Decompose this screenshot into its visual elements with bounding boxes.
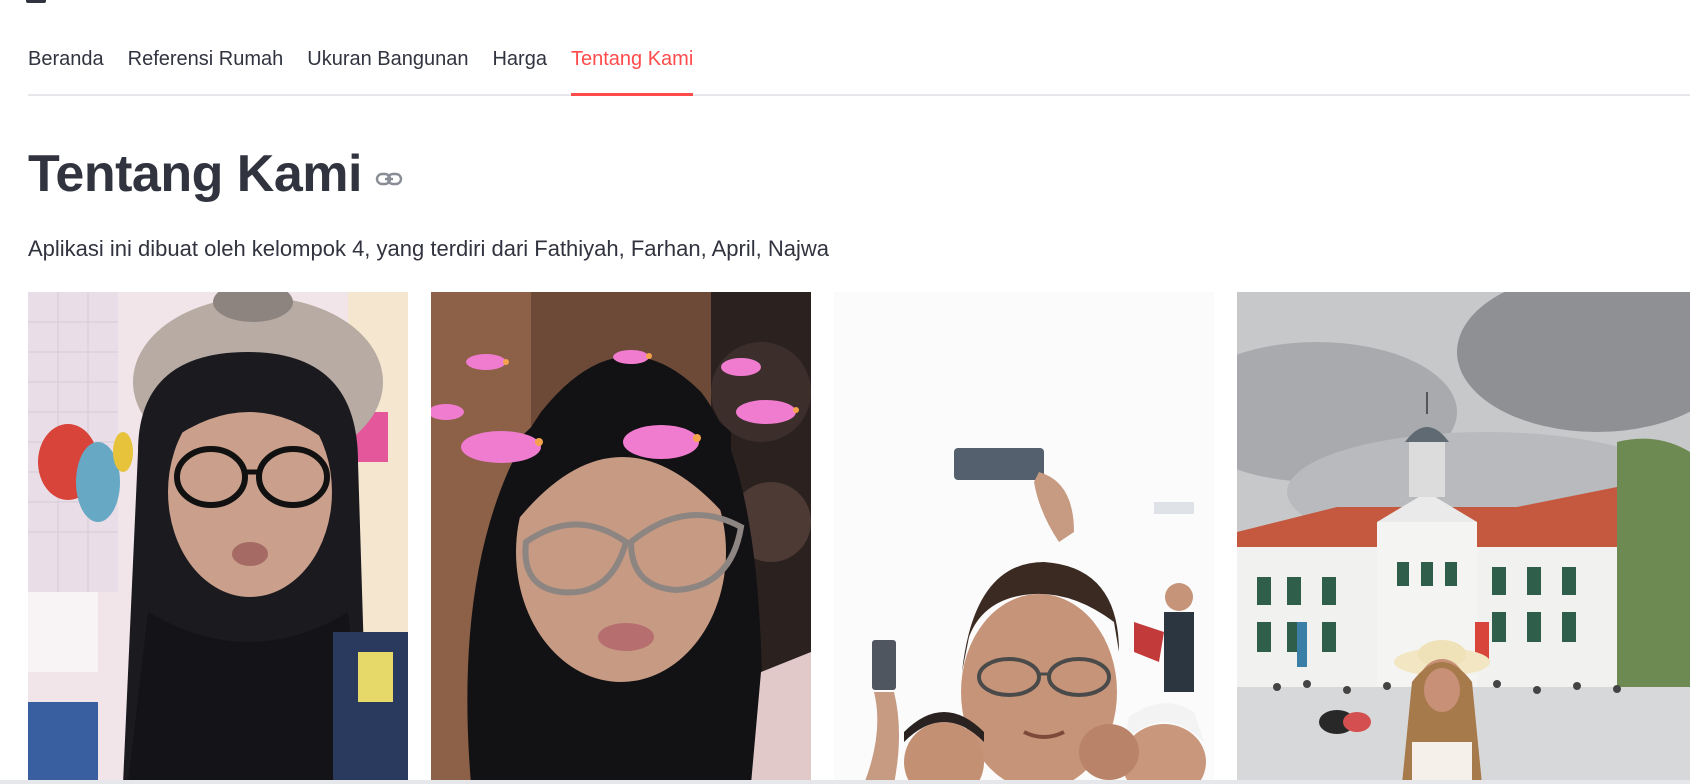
team-photo-gallery <box>28 292 1690 784</box>
tab-ukuran-bangunan[interactable]: Ukuran Bangunan <box>307 44 468 94</box>
link-icon[interactable] <box>374 164 404 194</box>
description-text: Aplikasi ini dibuat oleh kelompok 4, yan… <box>28 236 829 261</box>
team-photo <box>28 292 408 784</box>
tab-harga[interactable]: Harga <box>492 44 546 94</box>
app-page: Beranda Referensi Rumah Ukuran Bangunan … <box>0 0 1690 784</box>
tab-beranda[interactable]: Beranda <box>28 44 104 94</box>
team-photo <box>431 292 811 784</box>
bottom-divider <box>0 780 1690 784</box>
header-fragment <box>26 0 46 3</box>
tab-referensi-rumah[interactable]: Referensi Rumah <box>128 44 284 94</box>
team-photo <box>1237 292 1690 784</box>
page-title: Tentang Kami <box>28 145 362 203</box>
title-row: Tentang Kami <box>28 138 404 210</box>
tab-bar: Beranda Referensi Rumah Ukuran Bangunan … <box>28 44 1690 96</box>
team-photo <box>834 292 1214 784</box>
tab-tentang-kami[interactable]: Tentang Kami <box>570 44 694 96</box>
